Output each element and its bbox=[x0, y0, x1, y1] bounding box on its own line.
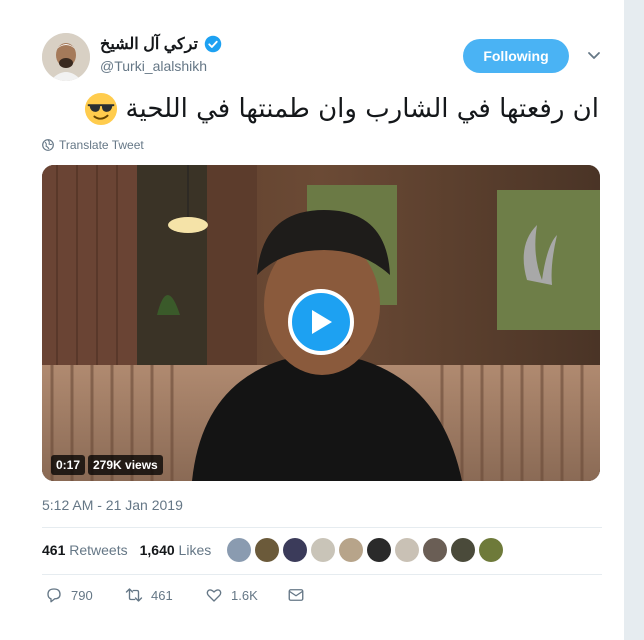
tweet-card: تركي آل الشيخ @Turki_alalshikh Following… bbox=[0, 0, 625, 640]
liker-avatar[interactable] bbox=[339, 538, 363, 562]
liker-avatar[interactable] bbox=[423, 538, 447, 562]
chevron-down-icon[interactable] bbox=[586, 47, 602, 63]
tweet-stats: 461 Retweets 1,640 Likes bbox=[42, 542, 211, 558]
heart-icon bbox=[206, 589, 222, 602]
divider bbox=[42, 527, 602, 528]
author-name-row: تركي آل الشيخ bbox=[100, 34, 222, 54]
play-button[interactable] bbox=[288, 289, 354, 355]
globe-icon bbox=[42, 139, 54, 151]
like-action[interactable]: 1.6K bbox=[205, 586, 287, 604]
liker-avatar[interactable] bbox=[283, 538, 307, 562]
tweet-actions: 790 461 1.6K bbox=[45, 586, 305, 604]
likers-avatars bbox=[227, 538, 503, 562]
like-count: 1.6K bbox=[231, 587, 258, 603]
tweet-timestamp[interactable]: 5:12 AM - 21 Jan 2019 bbox=[42, 497, 183, 513]
video-views: 279K views bbox=[88, 455, 163, 475]
author-handle[interactable]: @Turki_alalshikh bbox=[100, 58, 207, 74]
liker-avatar[interactable] bbox=[479, 538, 503, 562]
sunglasses-emoji-icon bbox=[84, 92, 117, 126]
reply-icon bbox=[47, 588, 61, 603]
divider bbox=[42, 574, 602, 575]
retweet-action[interactable]: 461 bbox=[125, 586, 205, 604]
retweet-icon bbox=[125, 588, 143, 602]
reply-action[interactable]: 790 bbox=[45, 586, 125, 604]
likes-stat[interactable]: 1,640 Likes bbox=[140, 542, 212, 558]
direct-message-action[interactable] bbox=[287, 586, 305, 604]
reply-count: 790 bbox=[71, 587, 93, 603]
page-background bbox=[624, 0, 644, 640]
translate-tweet-link[interactable]: Translate Tweet bbox=[42, 138, 144, 152]
retweets-stat[interactable]: 461 Retweets bbox=[42, 542, 128, 558]
author-name[interactable]: تركي آل الشيخ bbox=[100, 34, 198, 54]
liker-avatar[interactable] bbox=[367, 538, 391, 562]
liker-avatar[interactable] bbox=[451, 538, 475, 562]
retweet-count: 461 bbox=[151, 587, 173, 603]
following-button[interactable]: Following bbox=[463, 39, 569, 73]
video-duration: 0:17 bbox=[51, 455, 86, 475]
envelope-icon bbox=[288, 589, 304, 601]
tweet-text-content: ان رفعتها في الشارب وان طمنتها في اللحية bbox=[125, 94, 599, 124]
translate-tweet-label: Translate Tweet bbox=[59, 138, 144, 152]
liker-avatar[interactable] bbox=[227, 538, 251, 562]
play-icon bbox=[312, 310, 332, 334]
author-avatar[interactable] bbox=[42, 33, 90, 81]
liker-avatar[interactable] bbox=[311, 538, 335, 562]
verified-badge-icon bbox=[204, 35, 222, 53]
liker-avatar[interactable] bbox=[395, 538, 419, 562]
liker-avatar[interactable] bbox=[255, 538, 279, 562]
video-player[interactable]: 0:17 279K views bbox=[42, 165, 600, 481]
tweet-text: ان رفعتها في الشارب وان طمنتها في اللحية bbox=[84, 92, 599, 126]
